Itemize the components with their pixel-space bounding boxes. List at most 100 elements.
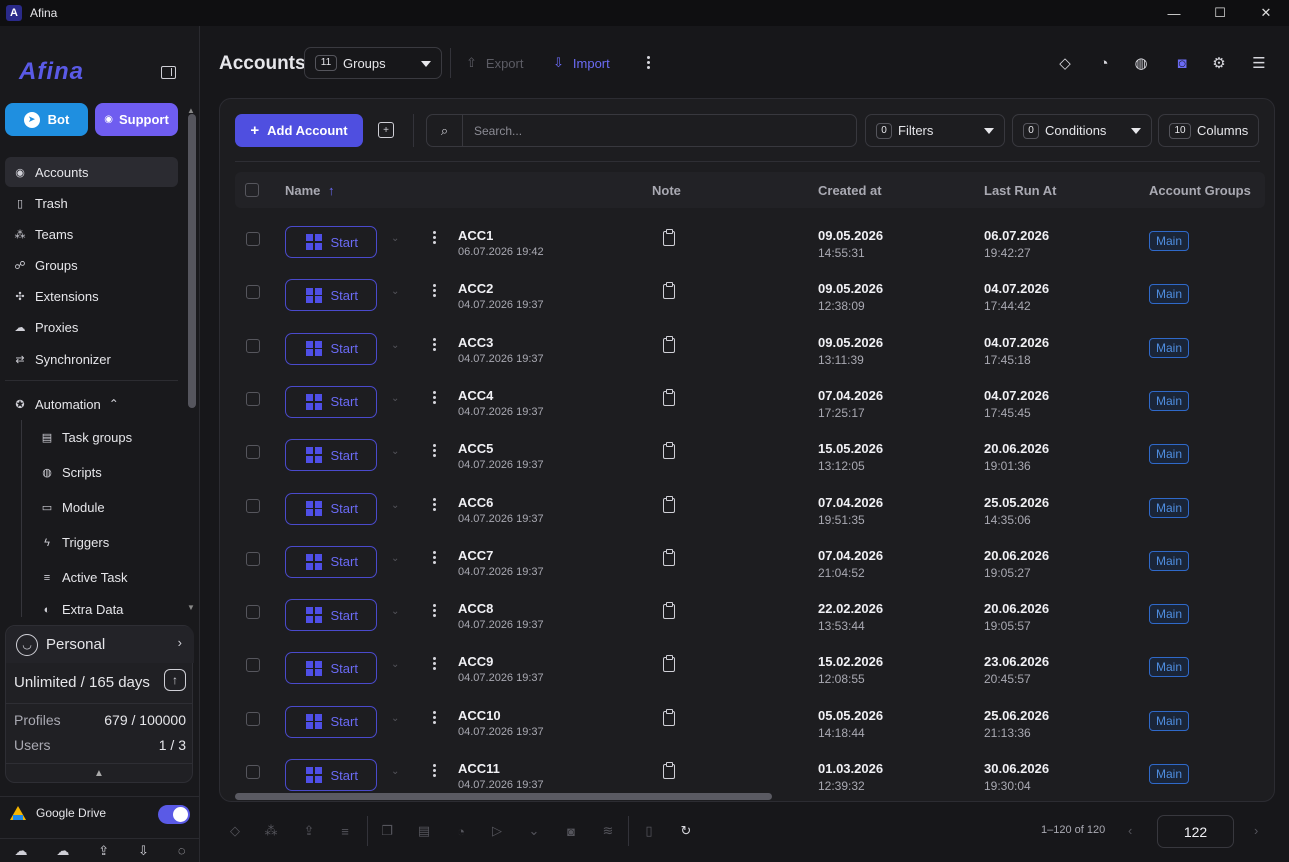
sidebar-collapse-icon[interactable] (161, 66, 176, 79)
start-button[interactable]: Start (285, 332, 377, 365)
clipboard-icon[interactable] (663, 708, 675, 726)
sidebar-item-proxies[interactable]: ☁ Proxies (5, 313, 178, 343)
chevron-down-icon[interactable]: ⌄ (391, 659, 399, 670)
google-drive-toggle[interactable] (158, 805, 190, 824)
sidebar-item-accounts[interactable]: ◉ Accounts (5, 157, 178, 187)
tag-icon[interactable]: ◇ (1056, 54, 1074, 72)
sidebar-item-automation[interactable]: ✪ Automation ⌃ (5, 389, 178, 419)
table-row[interactable]: Start ⌄ ACC8 04.07.2026 19:37 22.02.2026 13:5… (235, 585, 1265, 638)
row-menu-icon[interactable] (432, 550, 436, 564)
group-badge[interactable]: Main (1149, 604, 1190, 625)
table-row[interactable]: Start ⌄ ACC9 04.07.2026 19:37 15.02.2026 12:0… (235, 638, 1265, 691)
chevron-down-icon[interactable]: ⌄ (391, 500, 399, 511)
fingerprint-icon[interactable]: ◔ (1095, 54, 1113, 72)
clipboard-icon[interactable] (663, 388, 675, 406)
download-icon[interactable]: ⇩ (138, 843, 149, 859)
add-account-button[interactable]: + Add Account (235, 114, 363, 147)
row-menu-icon[interactable] (432, 497, 436, 511)
row-menu-icon[interactable] (432, 710, 436, 724)
row-menu-icon[interactable] (432, 604, 436, 618)
sidebar-item-extensions[interactable]: ✣ Extensions (5, 282, 178, 312)
sidebar-item-module[interactable]: ▭ Module (32, 490, 178, 525)
copy-icon[interactable]: ❐ (379, 823, 395, 839)
row-checkbox[interactable] (246, 605, 260, 620)
row-menu-icon[interactable] (432, 337, 436, 351)
sidebar-item-groups[interactable]: ☍ Groups (5, 251, 178, 281)
prev-page-icon[interactable]: ‹ (1128, 823, 1132, 838)
cloud-upload-icon[interactable]: ☁ (14, 843, 27, 859)
column-header-note[interactable]: Note (652, 183, 681, 198)
play-icon[interactable]: ▷ (489, 823, 505, 839)
account-name[interactable]: ACC9 (458, 654, 493, 669)
robot-icon[interactable]: ◙ (1173, 54, 1191, 72)
row-checkbox[interactable] (246, 232, 260, 246)
group-badge[interactable]: Main (1149, 710, 1190, 731)
sidebar-item-trash[interactable]: ▯ Trash (5, 188, 178, 218)
upgrade-icon[interactable]: ↑ (164, 669, 186, 691)
account-name[interactable]: ACC8 (458, 601, 493, 616)
trash-icon[interactable]: ▯ (641, 823, 657, 839)
group-badge[interactable]: Main (1149, 764, 1190, 784)
start-button[interactable]: Start (285, 759, 377, 791)
select-all-checkbox[interactable] (245, 183, 259, 197)
row-menu-icon[interactable] (432, 231, 436, 244)
account-name[interactable]: ACC11 (458, 761, 500, 776)
chevron-down-icon[interactable]: ⌄ (526, 823, 542, 839)
table-row[interactable]: Start ⌄ ACC1 06.07.2026 19:42 09.05.2026 14:5… (235, 212, 1265, 265)
row-checkbox[interactable] (246, 551, 260, 566)
row-checkbox[interactable] (246, 445, 260, 460)
horizontal-scrollbar[interactable] (235, 793, 772, 800)
groups-select[interactable]: 11 Groups (304, 47, 442, 79)
chevron-down-icon[interactable]: ⌄ (391, 446, 399, 457)
account-name[interactable]: ACC10 (458, 708, 501, 723)
row-checkbox[interactable] (246, 391, 260, 406)
export-button[interactable]: ⇧ Export (466, 55, 523, 71)
clipboard-icon[interactable] (663, 335, 675, 353)
maximize-button[interactable]: ☐ (1197, 0, 1243, 26)
clipboard-icon[interactable] (663, 655, 675, 673)
row-checkbox[interactable] (246, 658, 260, 673)
start-button[interactable]: Start (285, 279, 377, 312)
group-badge[interactable]: Main (1149, 337, 1190, 358)
row-checkbox[interactable] (246, 285, 260, 300)
chevron-down-icon[interactable]: ⌄ (391, 606, 399, 617)
close-button[interactable]: ✕ (1243, 0, 1289, 26)
table-row[interactable]: Start ⌄ ACC10 04.07.2026 19:37 05.05.2026 14:… (235, 692, 1265, 745)
sidebar-item-teams[interactable]: ⁂ Teams (5, 219, 178, 249)
row-checkbox[interactable] (246, 498, 260, 513)
start-button[interactable]: Start (285, 226, 377, 258)
group-badge[interactable]: Main (1149, 497, 1190, 518)
row-checkbox[interactable] (246, 711, 260, 726)
sidebar-item-extra-data[interactable]: ◐ Extra Data (32, 595, 178, 617)
layout-icon[interactable]: ☰ (1250, 54, 1268, 72)
table-row[interactable]: Start ⌄ ACC5 04.07.2026 19:37 15.05.2026 13:1… (235, 425, 1265, 478)
stop-icon[interactable]: ◙ (563, 823, 579, 839)
group-badge[interactable]: Main (1149, 390, 1190, 411)
conditions-dropdown[interactable]: 0 Conditions (1012, 114, 1152, 147)
scroll-down-arrow[interactable]: ▼ (187, 603, 195, 612)
chevron-down-icon[interactable]: ⌄ (391, 553, 399, 564)
fingerprint-icon[interactable]: ◔ (453, 823, 469, 839)
chevron-down-icon[interactable]: ⌄ (391, 766, 399, 777)
eye-off-icon[interactable]: ◌ (178, 843, 186, 858)
chevron-up-icon[interactable]: ▲ (6, 763, 192, 783)
start-button[interactable]: Start (285, 705, 377, 738)
filters-dropdown[interactable]: 0 Filters (865, 114, 1005, 147)
upload-icon[interactable]: ⇪ (98, 843, 109, 859)
chevron-down-icon[interactable]: ⌄ (391, 340, 399, 351)
playlist-icon[interactable]: ≡ (337, 823, 353, 839)
column-header-groups[interactable]: Account Groups (1149, 183, 1251, 198)
table-row[interactable]: Start ⌄ ACC2 04.07.2026 19:37 09.05.2026 12:3… (235, 265, 1265, 318)
row-menu-icon[interactable] (432, 284, 436, 298)
clipboard-icon[interactable] (663, 282, 675, 300)
gear-icon[interactable]: ⚙ (1210, 54, 1228, 72)
import-button[interactable]: ⇩ Import (553, 55, 610, 71)
support-button[interactable]: ◉ Support (95, 103, 178, 136)
chevron-down-icon[interactable]: ⌄ (391, 233, 399, 244)
row-menu-icon[interactable] (432, 444, 436, 458)
sidebar-item-task-groups[interactable]: ▤ Task groups (32, 420, 178, 455)
group-badge[interactable]: Main (1149, 550, 1190, 571)
next-page-icon[interactable]: › (1254, 823, 1258, 838)
search-input[interactable] (463, 123, 843, 138)
account-name[interactable]: ACC1 (458, 228, 493, 243)
